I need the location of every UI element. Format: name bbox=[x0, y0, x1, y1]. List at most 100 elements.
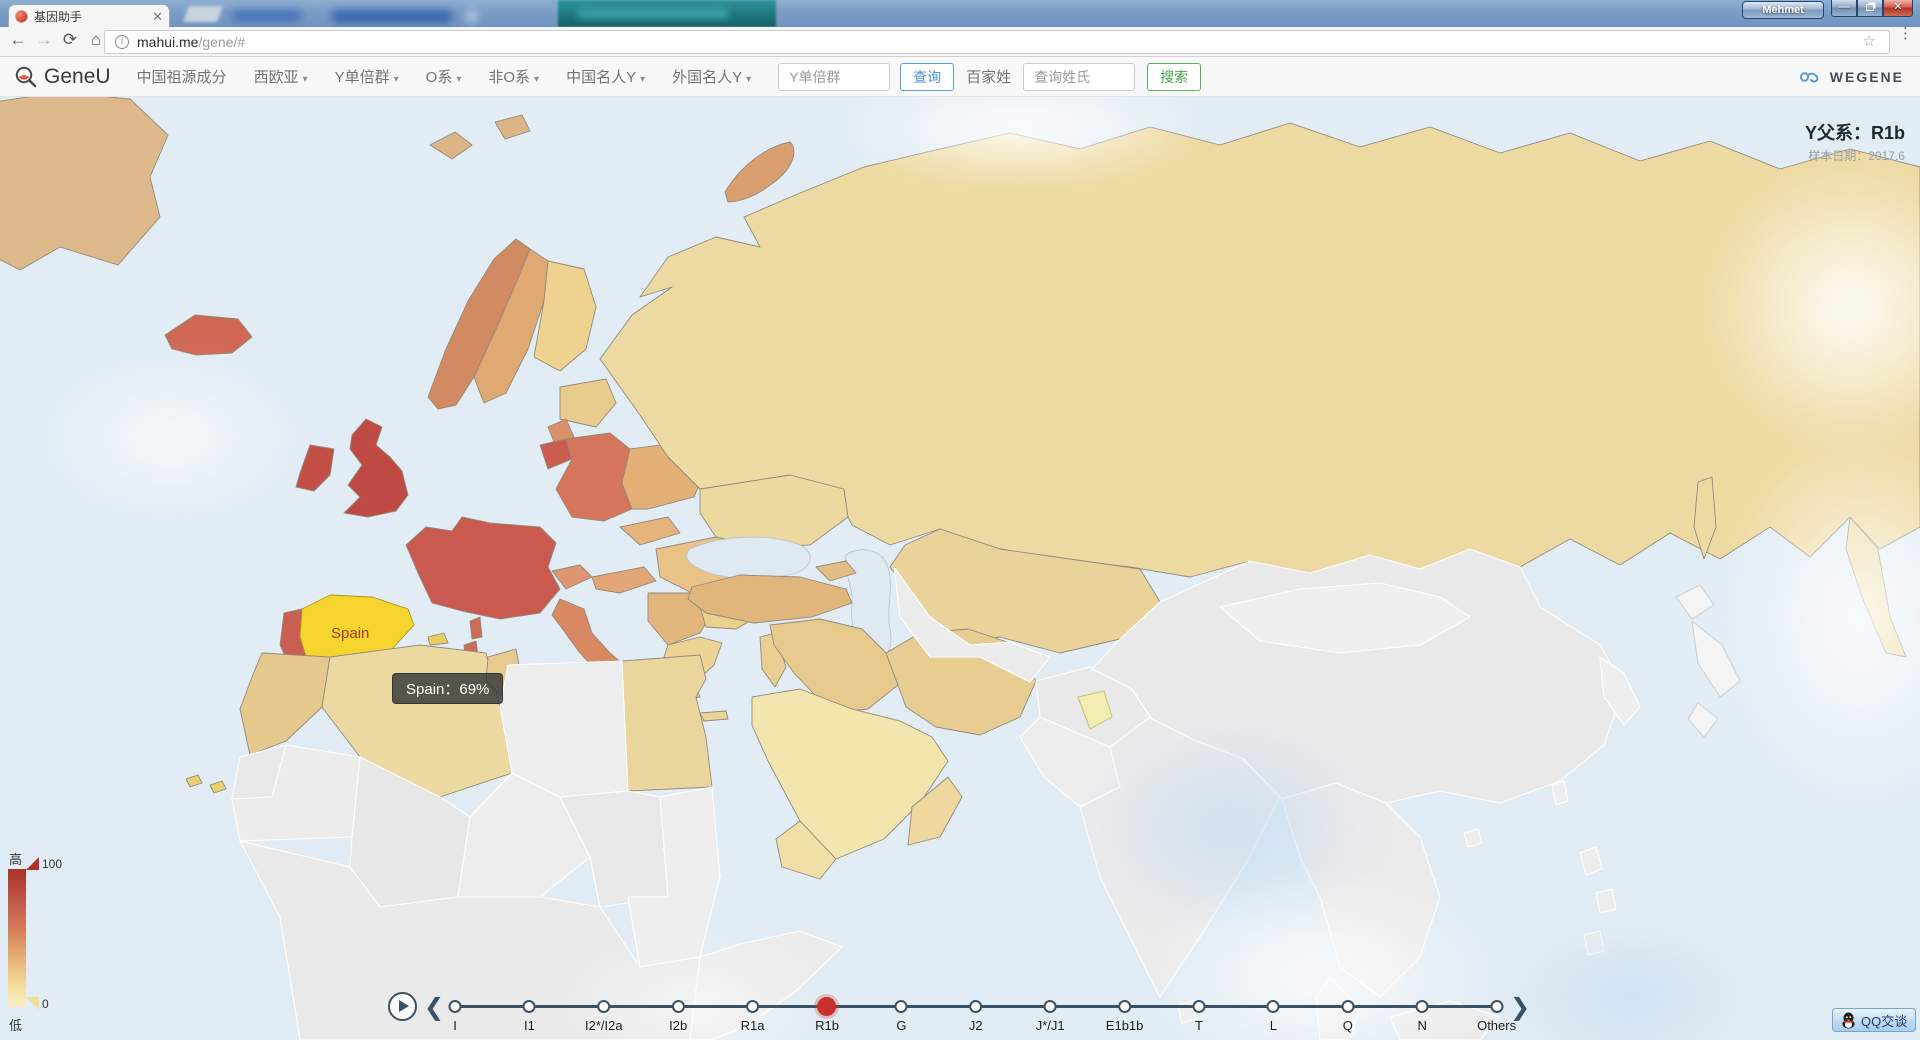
bookmark-star-icon[interactable]: ☆ bbox=[1863, 32, 1876, 50]
slider-label-G[interactable]: G bbox=[895, 1018, 908, 1033]
country-svalbard-2[interactable] bbox=[495, 115, 530, 139]
play-button[interactable] bbox=[388, 992, 417, 1021]
slider-dot-J2[interactable] bbox=[969, 1000, 982, 1013]
slider-dot-I[interactable] bbox=[449, 1000, 462, 1013]
slider-label-N[interactable]: N bbox=[1416, 1018, 1429, 1033]
restore-button[interactable] bbox=[1857, 0, 1883, 17]
legend-min-marker bbox=[26, 997, 39, 1010]
country-baltics[interactable] bbox=[560, 379, 616, 427]
country-united-kingdom[interactable] bbox=[344, 419, 408, 517]
slider-label-I2*/I2a[interactable]: I2*/I2a bbox=[585, 1018, 623, 1033]
slider-label-Others[interactable]: Others bbox=[1477, 1018, 1516, 1033]
slider-dot-J*/J1[interactable] bbox=[1044, 1000, 1057, 1013]
browser-tab-active[interactable]: 基因助手 ✕ bbox=[8, 4, 170, 27]
page-info-icon[interactable]: i bbox=[115, 35, 129, 49]
user-profile-button[interactable]: Mehmet bbox=[1742, 1, 1824, 19]
country-balearics[interactable] bbox=[428, 633, 448, 645]
slider-dot-L[interactable] bbox=[1267, 1000, 1280, 1013]
country-hainan[interactable] bbox=[1464, 829, 1482, 847]
slider-label-R1b[interactable]: R1b bbox=[815, 1018, 839, 1033]
slider-label-I1[interactable]: I1 bbox=[523, 1018, 536, 1033]
country-taiwan[interactable] bbox=[1552, 781, 1568, 805]
country-france[interactable] bbox=[406, 517, 560, 619]
brand-name: GeneU bbox=[44, 65, 111, 89]
country-arctic-isle[interactable] bbox=[725, 142, 794, 202]
slider-label-I[interactable]: I bbox=[449, 1018, 462, 1033]
close-button[interactable]: ✕ bbox=[1883, 0, 1913, 17]
nav-item-1[interactable]: 西欧亚 bbox=[254, 66, 308, 87]
nav-item-2[interactable]: Y单倍群 bbox=[335, 66, 399, 87]
country-svalbard[interactable] bbox=[430, 132, 472, 159]
slider-label-Q[interactable]: Q bbox=[1341, 1018, 1354, 1033]
minimize-button[interactable]: — bbox=[1831, 0, 1857, 17]
legend-low-label: 低 bbox=[9, 1015, 22, 1034]
slider-dot-Q[interactable] bbox=[1341, 1000, 1354, 1013]
qq-penguin-icon bbox=[1841, 1012, 1856, 1029]
slider-stop-J*/J1: J*/J1 bbox=[1036, 1000, 1065, 1033]
geneu-magnifier-icon bbox=[14, 65, 38, 89]
country-egypt[interactable] bbox=[622, 655, 712, 791]
slider-dot-E1b1b[interactable] bbox=[1118, 1000, 1131, 1013]
qq-chat-button[interactable]: QQ交谈 bbox=[1832, 1008, 1916, 1032]
wegene-name: WEGENE bbox=[1830, 69, 1904, 85]
slider-stop-I: I bbox=[449, 1000, 462, 1033]
reload-icon[interactable]: ⟳ bbox=[58, 30, 82, 50]
slider-stop-N: N bbox=[1416, 1000, 1429, 1033]
country-ireland[interactable] bbox=[296, 445, 334, 491]
tab-close-icon[interactable]: ✕ bbox=[152, 10, 163, 23]
slider-label-L[interactable]: L bbox=[1267, 1018, 1280, 1033]
blurred-tab[interactable] bbox=[172, 3, 552, 27]
slider-dot-Others[interactable] bbox=[1490, 1000, 1503, 1013]
nav-item-5[interactable]: 中国名人Y bbox=[566, 66, 645, 87]
search-button[interactable]: 搜索 bbox=[1147, 63, 1201, 91]
surname-search-input[interactable] bbox=[1023, 63, 1135, 91]
slider-label-E1b1b[interactable]: E1b1b bbox=[1106, 1018, 1144, 1033]
country-label-spain: Spain bbox=[331, 625, 369, 642]
haplogroup-input[interactable] bbox=[778, 63, 890, 91]
nav-item-0[interactable]: 中国祖源成分 bbox=[137, 66, 227, 87]
country-morocco[interactable] bbox=[240, 653, 330, 755]
country-crete[interactable] bbox=[700, 711, 728, 721]
wegene-logo[interactable]: WEGENE bbox=[1798, 57, 1904, 97]
wegene-ribbon-icon bbox=[1798, 68, 1824, 86]
country-iceland[interactable] bbox=[165, 315, 252, 355]
url-path: /gene/# bbox=[198, 34, 245, 50]
legend-min-value: 0 bbox=[42, 997, 49, 1011]
country-austria[interactable] bbox=[592, 567, 656, 593]
country-canary-isles[interactable] bbox=[186, 775, 226, 793]
slider-dot-R1a[interactable] bbox=[746, 1000, 759, 1013]
forward-icon[interactable]: → bbox=[32, 30, 56, 50]
slider-label-J2[interactable]: J2 bbox=[969, 1018, 983, 1033]
slider-stop-J2: J2 bbox=[969, 1000, 983, 1033]
slider-dot-I2*/I2a[interactable] bbox=[597, 1000, 610, 1013]
country-greenland[interactable] bbox=[0, 97, 168, 270]
blurred-teal-window[interactable] bbox=[558, 0, 776, 27]
slider-dot-I2b[interactable] bbox=[672, 1000, 685, 1013]
slider-dot-I1[interactable] bbox=[523, 1000, 536, 1013]
slider-label-I2b[interactable]: I2b bbox=[669, 1018, 687, 1033]
slider-dot-N[interactable] bbox=[1416, 1000, 1429, 1013]
back-icon[interactable]: ← bbox=[6, 30, 30, 50]
slider-label-J*/J1[interactable]: J*/J1 bbox=[1036, 1018, 1065, 1033]
map-canvas[interactable]: Y父系：R1b 样本日期：2017.6 Spain Spain：69% 高 10… bbox=[0, 97, 1920, 1040]
slider-label-T[interactable]: T bbox=[1193, 1018, 1206, 1033]
slider-dot-G[interactable] bbox=[895, 1000, 908, 1013]
surname-label[interactable]: 百家姓 bbox=[966, 66, 1011, 87]
browser-menu-icon[interactable]: ⋮ bbox=[1898, 30, 1908, 38]
slider-label-R1a[interactable]: R1a bbox=[741, 1018, 765, 1033]
brand-logo[interactable]: GeneU bbox=[14, 65, 111, 89]
country-corsica[interactable] bbox=[470, 617, 482, 639]
nav-item-3[interactable]: O系 bbox=[426, 66, 462, 87]
slider-stop-R1a: R1a bbox=[741, 1000, 765, 1033]
country-czech-slovakia[interactable] bbox=[620, 517, 680, 545]
slider-dot-selected-R1b[interactable] bbox=[817, 997, 836, 1016]
legend-high-label: 高 bbox=[9, 849, 22, 868]
nav-item-4[interactable]: 非O系 bbox=[488, 66, 539, 87]
query-button[interactable]: 查询 bbox=[900, 63, 954, 91]
nav-item-6[interactable]: 外国名人Y bbox=[672, 66, 751, 87]
address-bar[interactable]: i mahui.me/gene/# bbox=[104, 30, 1890, 54]
slider-dot-T[interactable] bbox=[1193, 1000, 1206, 1013]
map-tooltip: Spain：69% bbox=[392, 673, 503, 704]
slider-stop-R1b: R1b bbox=[815, 997, 839, 1033]
slider-prev-icon[interactable]: ❮ bbox=[424, 993, 444, 1022]
